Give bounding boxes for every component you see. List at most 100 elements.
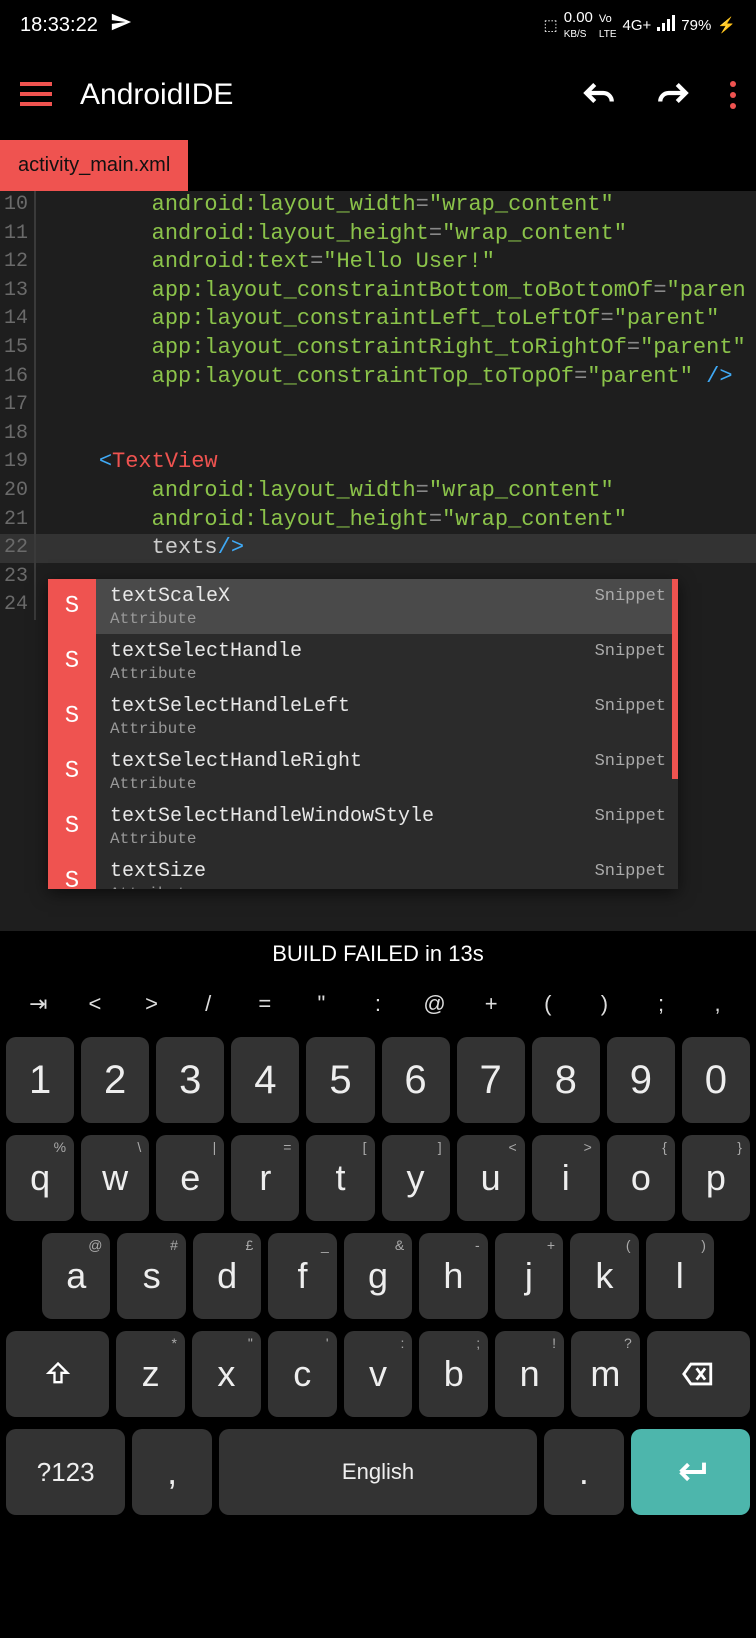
symbol-key[interactable]: + <box>463 985 520 1023</box>
key-u[interactable]: u< <box>457 1135 525 1221</box>
backspace-key[interactable] <box>647 1331 750 1417</box>
key-2[interactable]: 2 <box>81 1037 149 1123</box>
key-q[interactable]: q% <box>6 1135 74 1221</box>
editor-line[interactable]: 12 android:text="Hello User!" <box>0 248 756 277</box>
space-key[interactable]: English <box>219 1429 537 1515</box>
symbol-key[interactable]: " <box>293 985 350 1023</box>
line-code[interactable]: android:text="Hello User!" <box>36 248 495 277</box>
symbol-key[interactable]: = <box>236 985 293 1023</box>
symbol-key[interactable]: ; <box>633 985 690 1023</box>
line-code[interactable]: android:layout_width="wrap_content" <box>36 477 614 506</box>
key-a[interactable]: a@ <box>42 1233 110 1319</box>
key-p[interactable]: p} <box>682 1135 750 1221</box>
redo-icon[interactable] <box>656 77 690 114</box>
menu-icon[interactable] <box>20 76 52 115</box>
key-i[interactable]: i> <box>532 1135 600 1221</box>
key-y[interactable]: y] <box>382 1135 450 1221</box>
more-icon[interactable] <box>730 81 736 109</box>
editor-line[interactable]: 17 <box>0 391 756 420</box>
key-j[interactable]: j+ <box>495 1233 563 1319</box>
symbol-key[interactable]: @ <box>406 985 463 1023</box>
key-t[interactable]: t[ <box>306 1135 374 1221</box>
autocomplete-item[interactable]: S textSelectHandleLeft Attribute Snippet <box>48 689 678 744</box>
line-code[interactable]: <TextView <box>36 448 218 477</box>
editor-line[interactable]: 13 app:layout_constraintBottom_toBottomO… <box>0 277 756 306</box>
editor-line[interactable]: 14 app:layout_constraintLeft_toLeftOf="p… <box>0 305 756 334</box>
editor-line[interactable]: 21 android:layout_height="wrap_content" <box>0 506 756 535</box>
line-code[interactable]: app:layout_constraintTop_toTopOf="parent… <box>36 363 733 392</box>
line-code[interactable]: app:layout_constraintLeft_toLeftOf="pare… <box>36 305 719 334</box>
autocomplete-item[interactable]: S textSelectHandleWindowStyle Attribute … <box>48 799 678 854</box>
line-code[interactable] <box>36 391 46 420</box>
key-n[interactable]: n! <box>495 1331 564 1417</box>
key-b[interactable]: b; <box>419 1331 488 1417</box>
key-g[interactable]: g& <box>344 1233 412 1319</box>
comma-key[interactable]: , <box>132 1429 212 1515</box>
symbol-key[interactable]: ) <box>576 985 633 1023</box>
autocomplete-item[interactable]: S textSize Attribute Snippet <box>48 854 678 889</box>
symbol-key[interactable]: : <box>350 985 407 1023</box>
line-number: 18 <box>0 420 36 449</box>
symbol-key[interactable]: ( <box>519 985 576 1023</box>
editor-line[interactable]: 15 app:layout_constraintRight_toRightOf=… <box>0 334 756 363</box>
tab-active[interactable]: activity_main.xml <box>0 140 188 191</box>
symbol-key[interactable]: ⇥ <box>10 985 67 1023</box>
key-8[interactable]: 8 <box>532 1037 600 1123</box>
key-m[interactable]: m? <box>571 1331 640 1417</box>
line-code[interactable] <box>36 563 46 592</box>
line-code[interactable]: android:layout_height="wrap_content" <box>36 506 627 535</box>
key-5[interactable]: 5 <box>306 1037 374 1123</box>
editor-line[interactable]: 20 android:layout_width="wrap_content" <box>0 477 756 506</box>
line-code[interactable]: texts/> <box>36 534 244 563</box>
editor-line[interactable]: 11 android:layout_height="wrap_content" <box>0 220 756 249</box>
key-4[interactable]: 4 <box>231 1037 299 1123</box>
key-o[interactable]: o{ <box>607 1135 675 1221</box>
line-code[interactable]: android:layout_width="wrap_content" <box>36 191 614 220</box>
key-l[interactable]: l) <box>646 1233 714 1319</box>
autocomplete-popup[interactable]: S textScaleX Attribute Snippet S textSel… <box>48 579 678 889</box>
editor-line[interactable]: 19 <TextView <box>0 448 756 477</box>
autocomplete-scrollbar[interactable] <box>672 579 678 779</box>
key-s[interactable]: s# <box>117 1233 185 1319</box>
key-1[interactable]: 1 <box>6 1037 74 1123</box>
line-code[interactable]: android:layout_height="wrap_content" <box>36 220 627 249</box>
key-6[interactable]: 6 <box>382 1037 450 1123</box>
line-code[interactable] <box>36 420 46 449</box>
autocomplete-item[interactable]: S textSelectHandle Attribute Snippet <box>48 634 678 689</box>
key-w[interactable]: w\ <box>81 1135 149 1221</box>
send-icon <box>110 11 132 39</box>
editor-line[interactable]: 22 texts/> <box>0 534 756 563</box>
symbol-key[interactable]: / <box>180 985 237 1023</box>
code-editor[interactable]: 10 android:layout_width="wrap_content"11… <box>0 191 756 931</box>
key-e[interactable]: e| <box>156 1135 224 1221</box>
key-7[interactable]: 7 <box>457 1037 525 1123</box>
undo-icon[interactable] <box>582 77 616 114</box>
mode-key[interactable]: ?123 <box>6 1429 125 1515</box>
line-code[interactable]: app:layout_constraintRight_toRightOf="pa… <box>36 334 746 363</box>
editor-line[interactable]: 10 android:layout_width="wrap_content" <box>0 191 756 220</box>
key-v[interactable]: v: <box>344 1331 413 1417</box>
key-0[interactable]: 0 <box>682 1037 750 1123</box>
symbol-key[interactable]: < <box>67 985 124 1023</box>
shift-key[interactable] <box>6 1331 109 1417</box>
symbol-key[interactable]: , <box>689 985 746 1023</box>
symbol-key[interactable]: > <box>123 985 180 1023</box>
key-z[interactable]: z* <box>116 1331 185 1417</box>
key-d[interactable]: d£ <box>193 1233 261 1319</box>
enter-key[interactable] <box>631 1429 750 1515</box>
autocomplete-item[interactable]: S textSelectHandleRight Attribute Snippe… <box>48 744 678 799</box>
line-code[interactable]: app:layout_constraintBottom_toBottomOf="… <box>36 277 746 306</box>
period-key[interactable]: . <box>544 1429 624 1515</box>
key-x[interactable]: x" <box>192 1331 261 1417</box>
line-number: 10 <box>0 191 36 220</box>
key-r[interactable]: r= <box>231 1135 299 1221</box>
key-9[interactable]: 9 <box>607 1037 675 1123</box>
editor-line[interactable]: 18 <box>0 420 756 449</box>
key-f[interactable]: f_ <box>268 1233 336 1319</box>
editor-line[interactable]: 16 app:layout_constraintTop_toTopOf="par… <box>0 363 756 392</box>
autocomplete-item[interactable]: S textScaleX Attribute Snippet <box>48 579 678 634</box>
key-3[interactable]: 3 <box>156 1037 224 1123</box>
key-c[interactable]: c' <box>268 1331 337 1417</box>
key-h[interactable]: h- <box>419 1233 487 1319</box>
key-k[interactable]: k( <box>570 1233 638 1319</box>
